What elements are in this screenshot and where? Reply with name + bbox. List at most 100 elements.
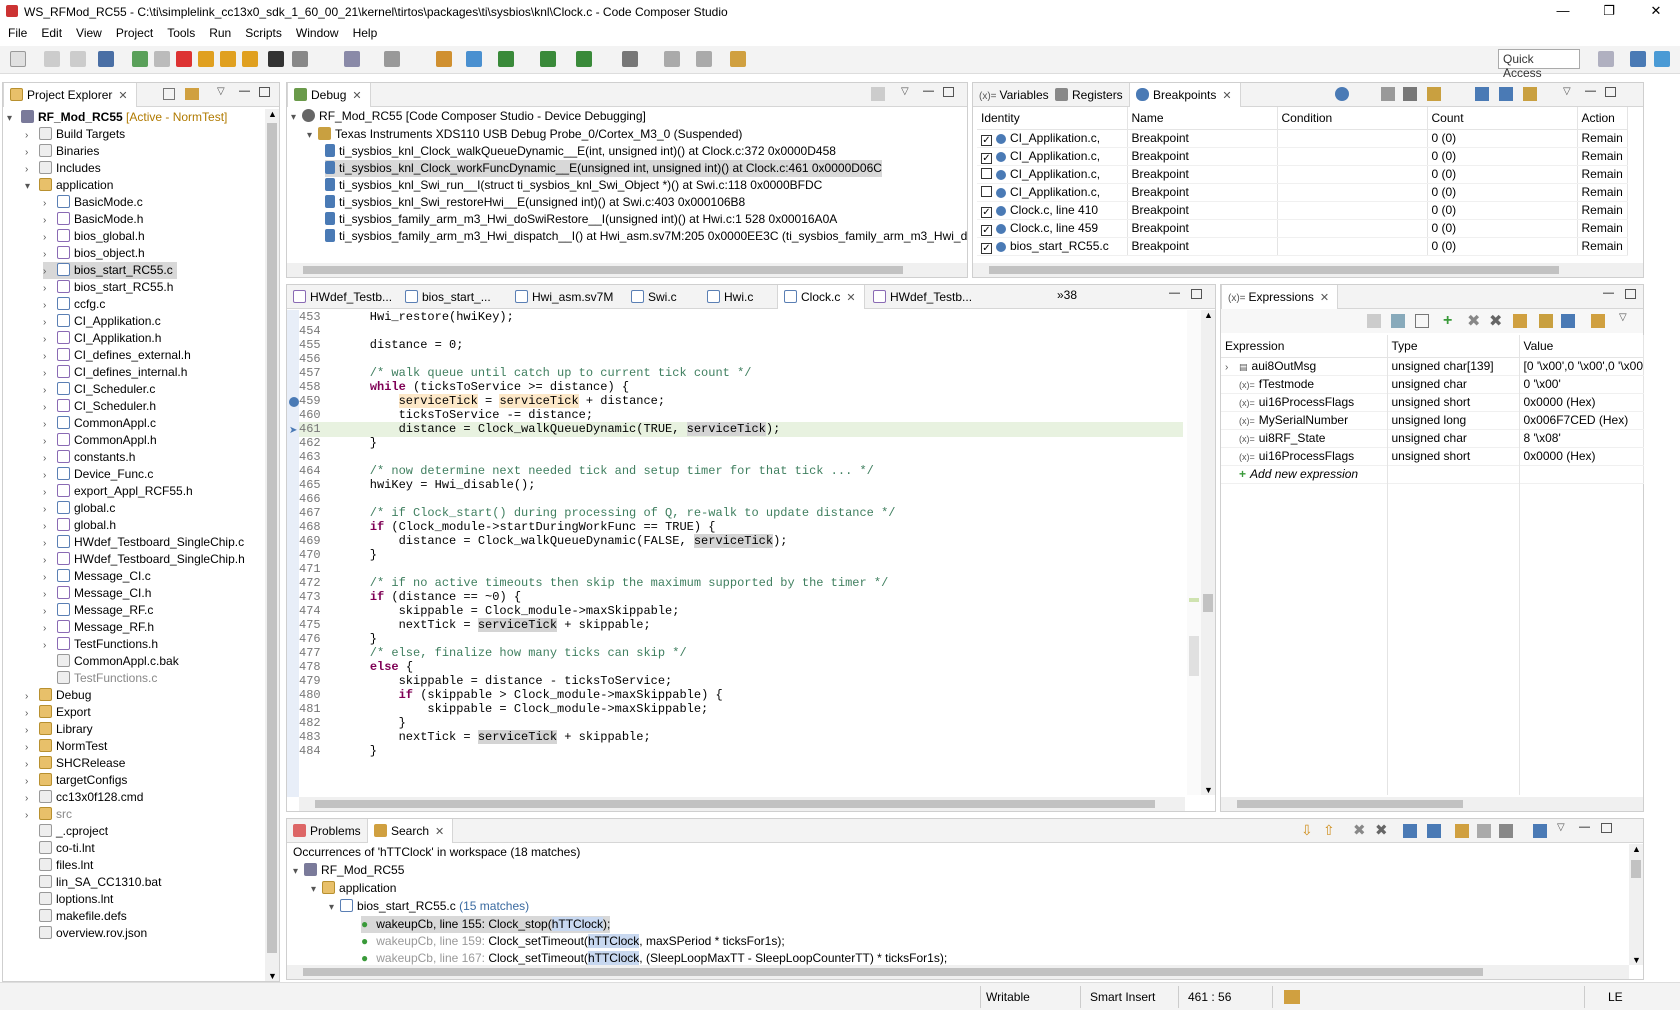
breakpoint-identity-cell[interactable]: ✓ bios_start_RC55.c bbox=[977, 237, 1128, 256]
view-menu-icon[interactable]: ▽ bbox=[1557, 822, 1565, 833]
tree-item[interactable]: › Library bbox=[25, 721, 93, 738]
tree-item[interactable]: › global.c bbox=[43, 500, 115, 517]
import-icon[interactable] bbox=[1539, 314, 1553, 328]
tree-item[interactable]: › targetConfigs bbox=[25, 772, 127, 789]
tree-item[interactable]: › CI_defines_external.h bbox=[43, 347, 191, 364]
maximize-button[interactable]: ❐ bbox=[1589, 0, 1629, 24]
menu-help[interactable]: Help bbox=[345, 24, 384, 40]
col-action[interactable]: Action bbox=[1577, 107, 1628, 130]
expand-arrow-icon[interactable]: › bbox=[43, 297, 57, 314]
expression-name-cell[interactable]: (x)= ui16ProcessFlags bbox=[1221, 393, 1388, 412]
tree-item[interactable]: › Message_RF.h bbox=[43, 619, 154, 636]
tree-item[interactable]: › SHCRelease bbox=[25, 755, 125, 772]
breakpoint-checkbox[interactable]: ✓ bbox=[981, 242, 992, 254]
maximize-view-icon[interactable] bbox=[1601, 823, 1612, 833]
tree-item[interactable]: › ccfg.c bbox=[43, 296, 105, 313]
code-area[interactable]: 453 Hwi_restore(hwiKey); 454 455 distance … bbox=[299, 310, 1183, 795]
breakpoint-identity-cell[interactable]: CI_Applikation.c, bbox=[977, 165, 1128, 184]
stack-frame[interactable]: ti_sysbios_knl_Swi_restoreHwi__E(unsigne… bbox=[325, 194, 745, 211]
breakpoint-row[interactable]: ✓ Clock.c, line 410 Breakpoint 0 (0) Remain … bbox=[977, 201, 1628, 220]
code-line[interactable]: 478 else { bbox=[299, 660, 1183, 675]
editor-tab[interactable]: Hwi_asm.sv7M bbox=[509, 285, 621, 309]
code-line[interactable]: 472 /* if no active timeouts then skip t… bbox=[299, 576, 1183, 591]
expression-row[interactable]: (x)= ui16ProcessFlags unsigned short 0x0000… bbox=[1221, 447, 1644, 466]
next-match-icon[interactable]: ⇩ bbox=[1301, 822, 1313, 839]
tree-item[interactable]: › bios_start_RC55.c bbox=[43, 262, 177, 279]
maximize-view-icon[interactable] bbox=[943, 87, 954, 97]
refresh-icon[interactable] bbox=[576, 51, 592, 67]
pin-icon[interactable] bbox=[1533, 824, 1547, 838]
export-icon[interactable] bbox=[1561, 314, 1575, 328]
col-condition[interactable]: Condition bbox=[1277, 107, 1428, 130]
minimize-view-icon[interactable]: — bbox=[923, 85, 934, 97]
expand-arrow-icon[interactable]: › bbox=[43, 399, 57, 416]
breakpoint-checkbox[interactable]: ✓ bbox=[981, 134, 992, 146]
expand-arrow-icon[interactable]: › bbox=[25, 688, 39, 705]
expand-arrow-icon[interactable]: › bbox=[43, 365, 57, 382]
tree-item[interactable]: › TestFunctions.h bbox=[43, 636, 158, 653]
tab-breakpoints[interactable]: Breakpoints ✕ bbox=[1129, 83, 1241, 107]
editor-tab[interactable]: HWdef_Testb... bbox=[867, 285, 980, 309]
breakpoint-identity-cell[interactable]: ✓ Clock.c, line 459 bbox=[977, 219, 1128, 238]
breakpoint-marker-icon[interactable] bbox=[289, 397, 299, 407]
expand-arrow-icon[interactable]: › bbox=[43, 382, 57, 399]
tree-item[interactable]: lin_SA_CC1310.bat bbox=[25, 874, 161, 891]
tree-item[interactable]: › Message_CI.c bbox=[43, 568, 151, 585]
col-value[interactable]: Value bbox=[1519, 335, 1644, 358]
tree-item[interactable]: › CommonAppl.c bbox=[43, 415, 156, 432]
breakpoint-row[interactable]: CI_Applikation.c, Breakpoint 0 (0)Remain H… bbox=[977, 165, 1628, 184]
breakpoint-identity-cell[interactable]: ✓ CI_Applikation.c, bbox=[977, 129, 1128, 148]
breakpoint-row[interactable]: ✓ Clock.c, line 459 Breakpoint 0 (0) Remain … bbox=[977, 219, 1628, 238]
editor-vscroll[interactable]: ▲ ▼ bbox=[1201, 310, 1215, 795]
tree-item[interactable]: TestFunctions.c bbox=[43, 670, 157, 687]
expand-arrow-icon[interactable]: › bbox=[43, 467, 57, 484]
expand-arrow-icon[interactable]: › bbox=[43, 603, 57, 620]
breakpoint-identity-cell[interactable]: CI_Applikation.c, bbox=[977, 183, 1128, 202]
suspend-icon[interactable] bbox=[154, 51, 170, 67]
expression-name-cell[interactable]: (x)= ui8RF_State bbox=[1221, 429, 1388, 448]
code-line[interactable]: 453 Hwi_restore(hwiKey); bbox=[299, 310, 1183, 325]
expand-arrow-icon[interactable]: ▾ bbox=[25, 178, 39, 195]
add-expression-icon[interactable]: + bbox=[1443, 312, 1452, 330]
run-launch-icon[interactable] bbox=[498, 51, 514, 67]
menu-run[interactable]: Run bbox=[201, 24, 237, 40]
editor-tab[interactable]: bios_start_... bbox=[399, 285, 499, 309]
tab-variables[interactable]: (x)= Variables bbox=[973, 83, 1057, 107]
tree-item[interactable]: _.cproject bbox=[25, 823, 108, 840]
expand-arrow-icon[interactable]: › bbox=[43, 263, 57, 280]
expand-arrow-icon[interactable]: › bbox=[25, 722, 39, 739]
terminate-icon[interactable] bbox=[176, 51, 192, 67]
minimize-view-icon[interactable]: — bbox=[239, 85, 250, 97]
code-line[interactable]: 475 nextTick = serviceTick + skippable; bbox=[299, 618, 1183, 633]
expand-arrow-icon[interactable]: › bbox=[25, 739, 39, 756]
memory-icon[interactable] bbox=[344, 51, 360, 67]
collapse-icon[interactable] bbox=[1367, 314, 1381, 328]
search-result[interactable]: ● wakeupCb, line 159: Clock_setTimeout(hT… bbox=[361, 933, 785, 950]
close-icon[interactable]: ✕ bbox=[1222, 90, 1231, 102]
expression-row[interactable]: › ▤ aui8OutMsg unsigned char[139] [0 '\x00',… bbox=[1221, 357, 1644, 376]
breakpoint-identity-cell[interactable]: ✓ Clock.c, line 410 bbox=[977, 201, 1128, 220]
tree-item[interactable]: › BasicMode.c bbox=[43, 194, 143, 211]
code-line[interactable]: 458 while (ticksToService >= distance) { bbox=[299, 380, 1183, 395]
stack-frame[interactable]: ti_sysbios_knl_Swi_run__I(struct ti_sysb… bbox=[325, 177, 822, 194]
tree-item[interactable]: › Binaries bbox=[25, 143, 99, 160]
view-menu-icon[interactable]: ▽ bbox=[1563, 86, 1571, 97]
debug-probe[interactable]: ▾ Texas Instruments XDS110 USB Debug Prob… bbox=[307, 126, 742, 143]
restore-view-icon[interactable] bbox=[1191, 289, 1202, 299]
step-into-icon[interactable] bbox=[198, 51, 214, 67]
remove-match-icon[interactable]: ✖ bbox=[1353, 821, 1366, 839]
tree-item[interactable]: › Message_CI.h bbox=[43, 585, 151, 602]
code-line[interactable]: 454 bbox=[299, 324, 1183, 339]
code-line[interactable]: 463 bbox=[299, 450, 1183, 465]
expand-arrow-icon[interactable]: › bbox=[25, 705, 39, 722]
expand-arrow-icon[interactable]: › bbox=[43, 552, 57, 569]
code-line[interactable]: 462 } bbox=[299, 436, 1183, 451]
expand-arrow-icon[interactable]: › bbox=[43, 620, 57, 637]
expression-row[interactable]: (x)= fTestmode unsigned char 0 '\x00' bbox=[1221, 375, 1644, 394]
debug-session[interactable]: ▾ RF_Mod_RC55 [Code Composer Studio - Dev… bbox=[291, 108, 646, 125]
tree-item[interactable]: makefile.defs bbox=[25, 908, 127, 925]
tree-item[interactable]: › HWdef_Testboard_SingleChip.h bbox=[43, 551, 245, 568]
expression-row[interactable]: (x)= MySerialNumber unsigned long 0x006F7CE… bbox=[1221, 411, 1644, 430]
perspective-ccs-icon[interactable] bbox=[1654, 51, 1670, 67]
tree-item[interactable]: › CommonAppl.h bbox=[43, 432, 157, 449]
